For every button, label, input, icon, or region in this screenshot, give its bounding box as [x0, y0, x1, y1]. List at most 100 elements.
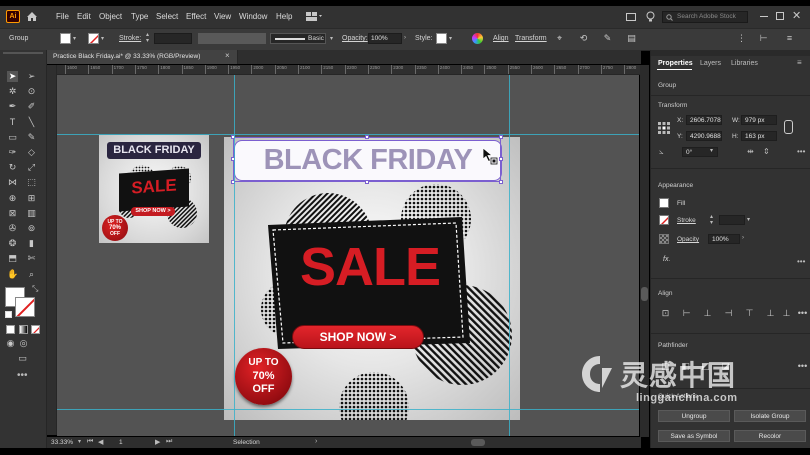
recolor-icon[interactable] [472, 33, 483, 44]
fill-dropdown-icon[interactable]: ▾ [73, 35, 76, 42]
tab-properties[interactable]: Properties [658, 60, 693, 67]
align-bottom-icon[interactable]: ⊥ [781, 308, 792, 319]
align-right-icon[interactable]: ⊣ [723, 308, 734, 319]
default-colors-icon[interactable] [5, 311, 12, 318]
curvature-tool-icon[interactable]: ✐ [26, 101, 37, 112]
color-mode-button[interactable] [6, 325, 15, 334]
menu-effect[interactable]: Effect [186, 12, 206, 21]
guide-vertical-left[interactable] [234, 75, 235, 436]
stroke-appearance-swatch[interactable] [659, 215, 669, 225]
stroke-appearance-label[interactable]: Stroke [677, 217, 696, 224]
artboard-last-icon[interactable]: ⏭ [166, 438, 172, 446]
menu-object[interactable]: Object [99, 12, 122, 21]
align-center-v-icon[interactable]: ⊥ [765, 308, 776, 319]
workspace-switcher-icon[interactable] [306, 12, 322, 21]
recolor-button[interactable]: Recolor [734, 430, 806, 442]
rotate-dropdown-icon[interactable]: ▾ [710, 147, 713, 154]
artboard-first-icon[interactable]: ⏮ [87, 438, 93, 446]
vertical-scroll-thumb[interactable] [641, 287, 648, 301]
lightbulb-icon[interactable] [646, 11, 655, 25]
h-field[interactable]: 163 px [741, 131, 777, 141]
shaper-tool-icon[interactable]: ✑ [7, 147, 18, 158]
status-arrow-icon[interactable]: › [315, 438, 317, 445]
menu-view[interactable]: View [214, 12, 231, 21]
lasso-icon[interactable]: ⊙ [26, 86, 37, 97]
magic-wand-icon[interactable]: ✲ [7, 86, 18, 97]
free-transform-icon[interactable]: ⬚ [26, 177, 37, 188]
hand-tool-icon[interactable]: ✋ [7, 269, 18, 280]
selection-handle-bm[interactable] [365, 180, 369, 184]
tab-libraries[interactable]: Libraries [731, 60, 758, 67]
panel-grip[interactable] [651, 50, 810, 56]
stroke-weight-field[interactable] [154, 33, 192, 44]
selection-handle-tr[interactable] [499, 135, 503, 139]
blend-tool-icon[interactable]: ⊚ [26, 223, 37, 234]
arrange-documents-icon[interactable] [626, 13, 636, 21]
edit-toolbar-icon[interactable]: ••• [17, 370, 28, 381]
artboard-tool-icon[interactable]: ⬒ [7, 253, 18, 264]
panel-menu-icon[interactable]: ≡ [797, 58, 802, 67]
isolate-icon[interactable]: ⌖ [554, 33, 565, 44]
more-options-icon[interactable]: ⋮ [736, 33, 747, 44]
minimize-button[interactable] [760, 16, 768, 17]
app-logo[interactable]: Ai [6, 10, 20, 23]
selection-handle-mr[interactable] [499, 157, 503, 161]
guide-horizontal-top[interactable] [57, 134, 639, 135]
draw-behind-icon[interactable]: ◎ [18, 338, 29, 349]
align-left-icon[interactable]: ⊢ [681, 308, 692, 319]
variable-width-profile[interactable] [198, 33, 266, 44]
align-center-h-icon[interactable]: ⊥ [702, 308, 713, 319]
menu-edit[interactable]: Edit [77, 12, 91, 21]
y-field[interactable]: 4290.9688 [686, 131, 722, 141]
pen-tool-icon[interactable]: ✒ [7, 101, 18, 112]
panel-menu-icon[interactable]: ≡ [784, 33, 795, 44]
stroke-stepper-icon[interactable]: ▴ ▾ [146, 32, 149, 44]
fx-button[interactable]: fx. [663, 256, 670, 263]
horizontal-scroll-thumb[interactable] [471, 439, 485, 446]
brush-definition[interactable]: Basic [270, 33, 326, 44]
close-tab-icon[interactable]: × [225, 51, 230, 60]
opacity-appearance-field[interactable]: 100% [708, 234, 740, 244]
selection-bounding-box[interactable] [233, 137, 501, 182]
horizontal-ruler[interactable]: 1600 1650 1700 1750 1800 1850 1900 1950 2000 2050… [57, 65, 641, 75]
slice-tool-icon[interactable]: ✄ [26, 253, 37, 264]
constrain-proportions-icon[interactable] [784, 120, 793, 134]
opacity-field[interactable]: 100% [368, 33, 402, 44]
reference-point-icon[interactable] [658, 122, 670, 134]
toolbar-grip[interactable] [3, 52, 43, 54]
opacity-appearance-arrow[interactable]: › [742, 235, 744, 241]
opacity-label[interactable]: Opacity: [342, 35, 368, 42]
stroke-label[interactable]: Stroke: [119, 35, 141, 42]
rotate-icon[interactable]: ⦣ [659, 147, 664, 157]
gradient-mode-button[interactable] [19, 325, 28, 334]
align-link[interactable]: Align [493, 35, 509, 42]
symbol-sprayer-icon[interactable]: ❂ [7, 238, 18, 249]
home-icon[interactable] [26, 11, 38, 24]
close-icon[interactable]: ✕ [792, 9, 801, 22]
direct-selection-tool-icon[interactable]: ➢ [26, 71, 37, 82]
stroke-appearance-field[interactable] [719, 215, 745, 225]
line-tool-icon[interactable]: ╲ [26, 117, 37, 128]
x-field[interactable]: 2606.7078 [686, 115, 722, 125]
opacity-appearance-label[interactable]: Opacity [677, 236, 699, 243]
puppet-warp-icon[interactable]: ✎ [602, 33, 613, 44]
document-tab[interactable]: Practice Black Friday.ai* @ 33.33% (RGB/… [47, 50, 238, 64]
w-field[interactable]: 979 px [741, 115, 777, 125]
guide-vertical-right[interactable] [509, 75, 510, 436]
more-align-icon[interactable]: ••• [797, 308, 808, 319]
arrange-icon[interactable]: ▤ [626, 33, 637, 44]
scale-tool-icon[interactable]: ⤢ [26, 162, 37, 173]
selection-handle-br[interactable] [499, 180, 503, 184]
zoom-dropdown-icon[interactable]: ▾ [78, 438, 81, 445]
align-to-dropdown-icon[interactable]: ⊡ [660, 308, 671, 319]
type-tool-icon[interactable]: T [7, 117, 18, 128]
more-transform-icon[interactable]: ••• [797, 147, 805, 156]
flip-vertical-icon[interactable]: ⇕ [763, 147, 770, 156]
stroke-dropdown-icon[interactable]: ▾ [101, 35, 104, 42]
selection-tool-icon[interactable]: ➤ [7, 71, 18, 82]
artboard-prev-icon[interactable]: ◀ [98, 438, 103, 446]
zoom-tool-icon[interactable]: ⌕ [26, 269, 37, 280]
column-graph-icon[interactable]: ▮ [26, 238, 37, 249]
swap-fill-stroke-icon[interactable]: ⤡ [32, 284, 38, 294]
status-tool[interactable]: Selection [233, 439, 260, 446]
